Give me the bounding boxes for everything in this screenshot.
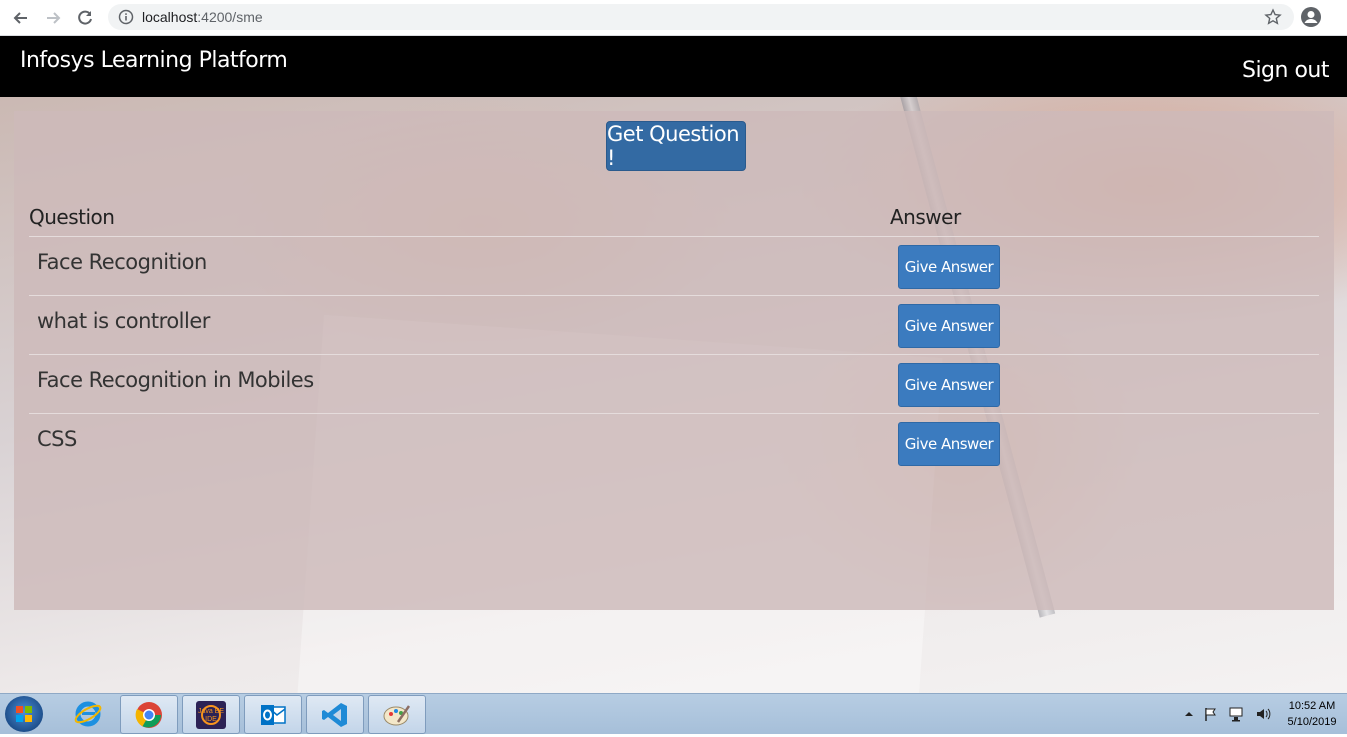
profile-icon[interactable]: [1300, 6, 1322, 28]
system-tray: [1184, 704, 1271, 724]
java-ide-label: Java EE: [198, 708, 224, 715]
network-icon[interactable]: [1228, 706, 1246, 722]
info-icon[interactable]: [118, 9, 134, 25]
action-center-flag-icon[interactable]: [1203, 706, 1219, 722]
url-path: :4200/sme: [197, 9, 263, 25]
back-icon[interactable]: [10, 7, 32, 29]
table-row: CSS Give Answer: [29, 413, 1319, 473]
clock-time: 10:52 AM: [1288, 700, 1336, 712]
answer-column-header: Answer: [890, 205, 961, 229]
taskbar-clock[interactable]: 10:52 AM 5/10/2019: [1282, 698, 1342, 730]
volume-icon[interactable]: [1255, 706, 1271, 722]
show-hidden-icons-icon[interactable]: [1184, 709, 1194, 719]
question-text: Face Recognition: [37, 250, 207, 274]
forward-icon[interactable]: [42, 7, 64, 29]
sign-out-link[interactable]: Sign out: [1242, 58, 1330, 83]
brand-title[interactable]: Infosys Learning Platform: [20, 48, 288, 73]
give-answer-button[interactable]: Give Answer: [898, 422, 1000, 466]
reload-icon[interactable]: [74, 7, 96, 29]
vscode-icon[interactable]: [306, 695, 364, 734]
address-bar[interactable]: localhost:4200/sme: [108, 4, 1294, 30]
get-question-button[interactable]: Get Question !: [606, 121, 746, 171]
question-text: Face Recognition in Mobiles: [37, 368, 314, 392]
paint-icon[interactable]: [368, 695, 426, 734]
internet-explorer-icon[interactable]: [60, 695, 116, 732]
bookmark-star-icon[interactable]: [1264, 8, 1282, 26]
clock-date: 5/10/2019: [1287, 716, 1337, 728]
top-navbar: Infosys Learning Platform Sign out: [0, 36, 1347, 97]
question-column-header: Question: [29, 205, 115, 229]
java-ide-label-2: IDE: [205, 716, 217, 723]
java-ee-ide-icon[interactable]: Java EE IDE: [182, 695, 240, 734]
give-answer-button[interactable]: Give Answer: [898, 304, 1000, 348]
url-text: localhost:4200/sme: [142, 9, 263, 25]
page-viewport: Infosys Learning Platform Sign out Get Q…: [0, 36, 1347, 693]
windows-start-icon[interactable]: [5, 696, 43, 732]
question-text: CSS: [37, 427, 77, 451]
table-row: Face Recognition in Mobiles Give Answer: [29, 354, 1319, 414]
give-answer-button[interactable]: Give Answer: [898, 245, 1000, 289]
outlook-icon[interactable]: [244, 695, 302, 734]
chrome-icon[interactable]: [120, 695, 178, 734]
windows-taskbar: Java EE IDE 10:52 AM 5/10/2019: [0, 693, 1347, 734]
table-row: Face Recognition Give Answer: [29, 236, 1319, 296]
questions-panel: Get Question ! Question Answer Face Reco…: [14, 111, 1334, 610]
question-text: what is controller: [37, 309, 210, 333]
browser-toolbar: localhost:4200/sme: [0, 0, 1347, 36]
give-answer-button[interactable]: Give Answer: [898, 363, 1000, 407]
table-row: what is controller Give Answer: [29, 295, 1319, 355]
url-host: localhost: [142, 9, 198, 25]
